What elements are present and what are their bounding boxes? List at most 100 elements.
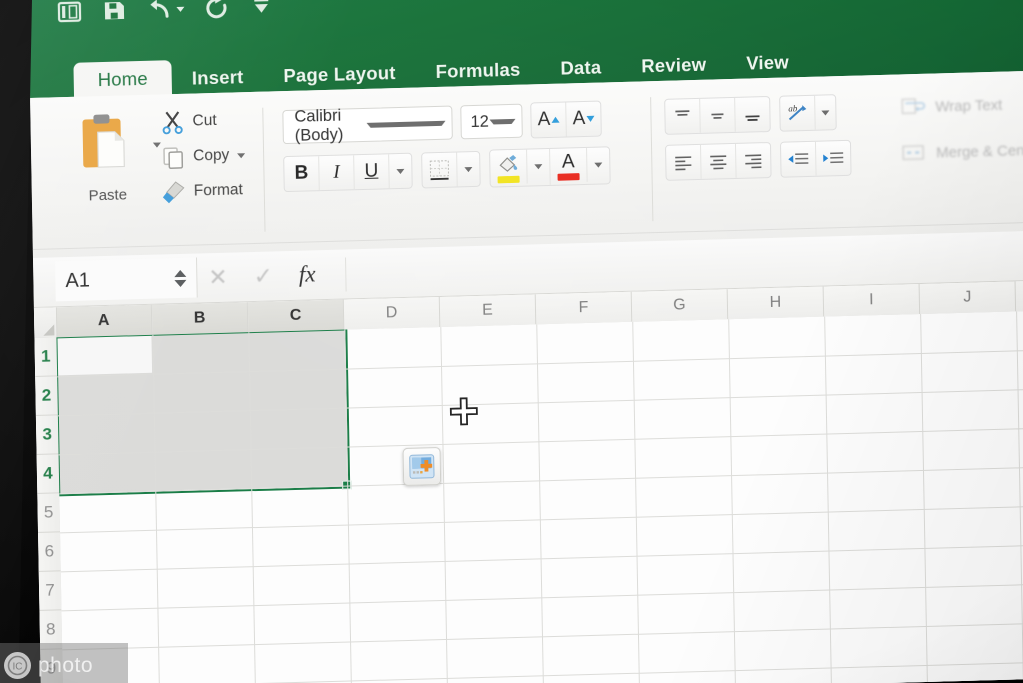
copy-dropdown-caret-icon[interactable] xyxy=(237,152,246,158)
underline-button[interactable]: U xyxy=(353,154,389,190)
underline-dropdown-caret-icon xyxy=(396,168,405,174)
align-middle-button[interactable] xyxy=(699,97,735,133)
name-box[interactable]: A1 xyxy=(55,257,198,302)
column-header-e[interactable]: E xyxy=(439,294,537,327)
column-header-f[interactable]: F xyxy=(535,291,633,325)
align-bottom-button[interactable] xyxy=(734,96,770,132)
paste-button[interactable]: Paste xyxy=(64,111,150,205)
name-box-spinner[interactable] xyxy=(174,269,196,287)
column-header-g[interactable]: G xyxy=(631,289,729,322)
save-icon xyxy=(104,2,125,20)
font-name-dropdown-caret-icon[interactable] xyxy=(366,120,446,128)
fill-color-dropdown-button[interactable] xyxy=(526,148,550,184)
fill-color-button[interactable] xyxy=(490,150,527,187)
row-header-7[interactable]: 7 xyxy=(38,571,62,611)
undo-dropdown-caret-icon[interactable] xyxy=(176,6,185,12)
gridline-horizontal xyxy=(60,544,1023,573)
ribbon: Paste Cut Copy Format Calibri (Body) 12 … xyxy=(30,70,1023,258)
align-left-button[interactable] xyxy=(666,145,701,180)
row-header-6[interactable]: 6 xyxy=(38,532,61,572)
merge-and-center-button[interactable]: Merge & Center ▾ xyxy=(901,138,1023,164)
align-center-button[interactable] xyxy=(699,143,736,179)
ribbon-group-divider xyxy=(262,107,266,232)
text-orientation-icon: ab xyxy=(788,103,807,121)
orientation-dropdown-button[interactable] xyxy=(814,95,836,130)
column-header-a[interactable]: A xyxy=(55,304,153,338)
format-painter-button[interactable]: Format xyxy=(162,178,247,204)
bold-button[interactable]: B xyxy=(284,156,319,191)
decrease-indent-icon xyxy=(788,153,809,165)
font-size-dropdown-caret-icon[interactable] xyxy=(488,118,516,125)
cut-label: Cut xyxy=(192,111,217,130)
selection-border xyxy=(56,328,351,497)
row-header-3[interactable]: 3 xyxy=(35,415,59,455)
customize-quick-access-toolbar-button[interactable] xyxy=(248,0,274,20)
cell-grid[interactable] xyxy=(56,310,1023,683)
color-group: A xyxy=(489,146,611,188)
cut-button[interactable]: Cut xyxy=(160,108,245,135)
row-header-4[interactable]: 4 xyxy=(36,454,60,494)
orientation-button[interactable]: ab xyxy=(780,96,815,131)
copy-button[interactable]: Copy xyxy=(161,143,246,169)
horizontal-align-group xyxy=(664,141,772,181)
row-header-5[interactable]: 5 xyxy=(37,493,61,533)
column-header-i[interactable]: I xyxy=(823,283,921,317)
clipboard-commands: Cut Copy Format xyxy=(160,108,246,204)
copy-icon xyxy=(163,147,184,169)
paste-icon xyxy=(82,114,125,168)
redo-button[interactable] xyxy=(203,0,229,21)
underline-dropdown-button[interactable] xyxy=(388,153,412,189)
italic-button[interactable]: I xyxy=(318,155,354,191)
redo-icon xyxy=(206,0,227,19)
wrap-text-button[interactable]: Wrap Text xyxy=(900,94,1002,119)
undo-button[interactable] xyxy=(146,0,185,23)
gridline-vertical xyxy=(1016,311,1023,682)
align-right-button[interactable] xyxy=(734,142,771,178)
enter-formula-button[interactable]: ✓ xyxy=(253,262,273,290)
spinner-up-icon[interactable] xyxy=(174,269,187,277)
grow-font-label: A xyxy=(537,108,551,131)
increase-indent-button[interactable] xyxy=(814,140,851,176)
decrease-indent-button[interactable] xyxy=(781,142,816,177)
spinner-down-icon[interactable] xyxy=(174,279,187,287)
cancel-formula-button[interactable]: ✕ xyxy=(208,263,228,291)
font-color-button[interactable]: A xyxy=(549,147,587,185)
column-header-j[interactable]: J xyxy=(919,281,1017,314)
grow-font-button[interactable]: A xyxy=(531,103,566,138)
borders-icon xyxy=(429,160,450,181)
font-color-dropdown-button[interactable] xyxy=(586,147,610,182)
borders-button[interactable] xyxy=(422,152,457,187)
excel-screenshot-photo: Home Insert Page Layout Formulas Data Re… xyxy=(0,0,1023,683)
align-left-icon xyxy=(675,156,692,171)
ribbon-group-font: Calibri (Body) 12 A A B I U A xyxy=(274,95,644,227)
font-size-input[interactable]: 12 xyxy=(460,103,523,140)
formula-bar-divider xyxy=(345,257,347,292)
font-color-letter-icon: A xyxy=(561,151,575,173)
borders-dropdown-button[interactable] xyxy=(456,151,480,187)
name-box-value: A1 xyxy=(65,268,91,292)
paste-dropdown-caret-icon[interactable] xyxy=(152,142,161,148)
align-top-button[interactable] xyxy=(665,99,700,134)
row-header-1[interactable]: 1 xyxy=(34,337,58,377)
align-right-icon xyxy=(745,154,762,169)
font-name-input[interactable]: Calibri (Body) xyxy=(282,105,453,145)
ribbon-display-options-button[interactable] xyxy=(56,0,82,25)
align-bottom-icon xyxy=(745,115,760,121)
column-header-h[interactable]: H xyxy=(727,286,825,320)
column-header-b[interactable]: B xyxy=(151,302,249,335)
row-header-2[interactable]: 2 xyxy=(35,376,58,416)
column-header-c[interactable]: C xyxy=(247,299,345,333)
orientation-group: ab xyxy=(779,94,837,132)
font-size-value: 12 xyxy=(470,112,490,131)
font-color-swatch xyxy=(557,173,580,181)
save-button[interactable] xyxy=(101,0,127,24)
insert-function-button[interactable]: fx xyxy=(299,261,316,287)
font-scale-group: A A xyxy=(530,100,602,139)
ribbon-display-options-icon xyxy=(57,1,82,23)
select-all-button[interactable] xyxy=(33,307,58,339)
column-header-d[interactable]: D xyxy=(343,296,441,330)
vertical-align-group xyxy=(664,95,771,135)
quick-analysis-button[interactable] xyxy=(402,447,442,487)
shrink-font-button[interactable]: A xyxy=(565,101,601,137)
ribbon-group-divider xyxy=(650,97,654,222)
